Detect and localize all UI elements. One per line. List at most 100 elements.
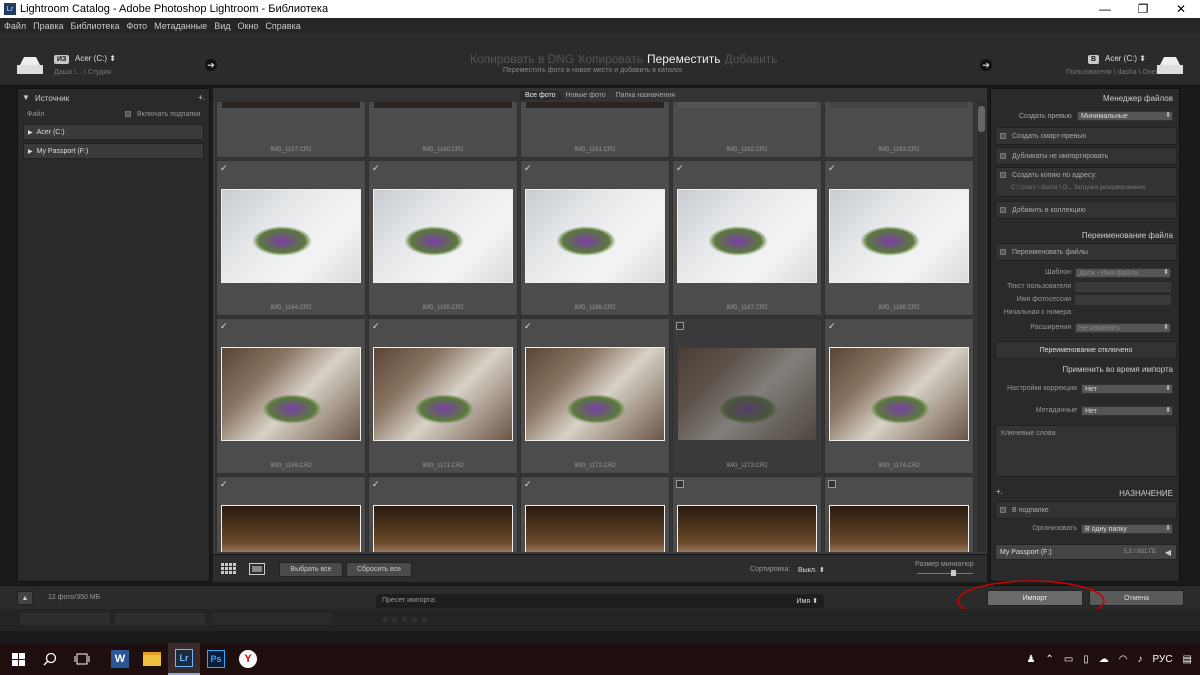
thumbnail-image[interactable] xyxy=(677,505,817,552)
loupe-view-icon[interactable] xyxy=(249,563,265,575)
thumbnail-image[interactable] xyxy=(677,189,817,283)
second-copy-checkbox[interactable] xyxy=(1000,172,1006,178)
second-copy-row[interactable]: Создать копию по адресу: xyxy=(995,167,1177,197)
thumbnail-cell[interactable]: ✓ IMG_1169.CR2 xyxy=(216,318,366,474)
mode-copy[interactable]: Копировать xyxy=(578,52,643,66)
thumbnail-cell[interactable]: ✓ IMG_1168.CR2 xyxy=(824,160,974,316)
photoshop-icon[interactable]: Ps xyxy=(200,643,232,675)
thumbnail-checkbox[interactable]: ✓ xyxy=(524,322,532,331)
scrollbar-thumb[interactable] xyxy=(978,106,985,132)
language-indicator[interactable]: РУС xyxy=(1153,654,1173,665)
word-icon[interactable]: W xyxy=(104,643,136,675)
thumbnail-checkbox[interactable]: ✓ xyxy=(220,164,228,173)
shoot-name-input[interactable] xyxy=(1075,295,1171,305)
mode-add[interactable]: Добавить xyxy=(724,52,777,66)
collapse-triangle-icon[interactable]: ▼ xyxy=(22,93,30,102)
mode-move[interactable]: Переместить xyxy=(647,52,721,66)
thumbnail-checkbox[interactable]: ✓ xyxy=(676,164,684,173)
thumbnail-cell[interactable] xyxy=(824,476,974,552)
keywords-box[interactable]: Ключевые слова xyxy=(995,425,1177,477)
windows-icon[interactable] xyxy=(2,643,34,675)
thumbnail-image[interactable] xyxy=(221,189,361,283)
thumbnail-checkbox[interactable]: ✓ xyxy=(372,322,380,331)
maximize-button[interactable]: ❐ xyxy=(1124,0,1162,18)
filter-destination-folder[interactable]: Папка назначения xyxy=(611,91,680,100)
destination-drive-row[interactable]: My Passport (F:) 5,5 / 931 ГБ ◀ xyxy=(995,544,1177,560)
filter-all-photos[interactable]: Все фото xyxy=(520,90,561,100)
menu-file[interactable]: Файл xyxy=(4,21,26,31)
thumbnail-checkbox[interactable]: ✓ xyxy=(524,480,532,489)
rename-files-checkbox[interactable] xyxy=(1000,249,1006,255)
add-collection-checkbox[interactable] xyxy=(1000,207,1006,213)
thumbnail-image[interactable] xyxy=(829,505,969,552)
add-source-button[interactable]: +. xyxy=(198,93,205,102)
cloud-icon[interactable]: ☁ xyxy=(1099,654,1109,665)
select-all-button[interactable]: Выбрать все xyxy=(279,562,343,577)
into-subfolder-checkbox[interactable] xyxy=(1000,507,1006,513)
deselect-all-button[interactable]: Сбросить все xyxy=(346,562,412,577)
thumbnail-image[interactable] xyxy=(373,189,513,283)
thumbnail-checkbox[interactable]: ✓ xyxy=(524,164,532,173)
no-duplicates-row[interactable]: Дубликаты не импортировать xyxy=(995,147,1177,165)
custom-text-input[interactable] xyxy=(1075,282,1171,292)
grid-scrollbar[interactable] xyxy=(977,102,986,552)
add-collection-row[interactable]: Добавить в коллекцию xyxy=(995,201,1177,219)
dest-drive-select[interactable]: Acer (C:) ⬍ xyxy=(1105,54,1146,63)
thumbnail-image[interactable] xyxy=(677,347,817,441)
add-destination-button[interactable]: +. xyxy=(996,487,1003,496)
thumbnail-checkbox[interactable]: ✓ xyxy=(372,164,380,173)
thumbnail-cell[interactable]: ✓ IMG_1165.CR2 xyxy=(368,160,518,316)
thumbnail-checkbox[interactable]: ✓ xyxy=(220,322,228,331)
organize-select[interactable]: В одну папку xyxy=(1081,524,1173,534)
extensions-select[interactable]: Не изменять xyxy=(1075,323,1171,333)
yandex-icon[interactable]: Y xyxy=(232,643,264,675)
thumbnail-image[interactable] xyxy=(829,347,969,441)
import-preset-select[interactable]: Имя ⬍ xyxy=(797,597,818,605)
file-handling-header[interactable]: Менеджер файлов xyxy=(1103,94,1173,103)
into-subfolder-row[interactable]: В подпапке xyxy=(995,501,1177,519)
menu-view[interactable]: Вид xyxy=(214,21,230,31)
thumbnail-image[interactable] xyxy=(373,505,513,552)
thumbnail-checkbox[interactable] xyxy=(676,322,684,330)
thumbnail-checkbox[interactable]: ✓ xyxy=(828,322,836,331)
menu-photo[interactable]: Фото xyxy=(126,21,147,31)
thumbnail-cell[interactable]: ✓ xyxy=(216,476,366,552)
thumbnail-cell[interactable]: ✓ IMG_1166.CR2 xyxy=(520,160,670,316)
thumbnail-image[interactable] xyxy=(221,347,361,441)
thumbnail-cell[interactable] xyxy=(672,476,822,552)
source-drive-passport[interactable]: ▶ My Passport (F:) xyxy=(23,143,204,159)
template-select[interactable]: Дата - Имя файла xyxy=(1075,268,1171,278)
task-view-icon[interactable] xyxy=(66,643,98,675)
thumbnail-checkbox[interactable]: ✓ xyxy=(828,164,836,173)
build-previews-select[interactable]: Минимальные xyxy=(1077,111,1173,121)
grid-view-icon[interactable] xyxy=(221,563,237,575)
thumbnail-grid[interactable]: IMG_1157.CR2 IMG_1160.CR2 IMG_1161.CR2 I… xyxy=(215,102,976,552)
develop-settings-select[interactable]: Нет xyxy=(1081,384,1173,394)
lightroom-icon[interactable]: Lr xyxy=(168,643,200,675)
source-drive-acer[interactable]: ▶ Acer (C:) xyxy=(23,124,204,140)
thumbnail-cell[interactable]: ✓ IMG_1164.CR2 xyxy=(216,160,366,316)
arrow-right-icon[interactable]: ➔ xyxy=(205,59,217,71)
thumbnail-cell[interactable]: ✓ IMG_1171.CR2 xyxy=(368,318,518,474)
smart-previews-checkbox[interactable] xyxy=(1000,133,1006,139)
thumbnail-image[interactable] xyxy=(221,505,361,552)
thumbnail-image[interactable] xyxy=(373,347,513,441)
menu-help[interactable]: Справка xyxy=(265,21,300,31)
chevron-up-icon[interactable]: ⌃ xyxy=(1045,654,1053,665)
expand-up-icon[interactable]: ▲ xyxy=(17,591,33,605)
arrow-right-icon[interactable]: ➔ xyxy=(980,59,992,71)
thumbnail-cell[interactable]: IMG_1173.CR2 xyxy=(672,318,822,474)
thumbnail-image[interactable] xyxy=(525,505,665,552)
rename-files-row[interactable]: Переименовать файлы xyxy=(995,243,1177,261)
thumbnail-checkbox[interactable]: ✓ xyxy=(372,480,380,489)
thumbnail-cell[interactable]: ✓ xyxy=(520,476,670,552)
menu-metadata[interactable]: Метаданные xyxy=(154,21,207,31)
thumbnail-cell[interactable]: ✓ IMG_1172.CR2 xyxy=(520,318,670,474)
wifi-icon[interactable]: ◠ xyxy=(1119,654,1128,665)
apply-during-import-header[interactable]: Применить во время импорта xyxy=(1062,365,1173,374)
thumbnail-cell[interactable]: ✓ IMG_1174.CR2 xyxy=(824,318,974,474)
menu-edit[interactable]: Правка xyxy=(33,21,63,31)
minimize-button[interactable]: — xyxy=(1086,0,1124,18)
include-subfolders-checkbox[interactable] xyxy=(125,111,131,117)
battery-icon[interactable]: ▯ xyxy=(1083,654,1089,665)
